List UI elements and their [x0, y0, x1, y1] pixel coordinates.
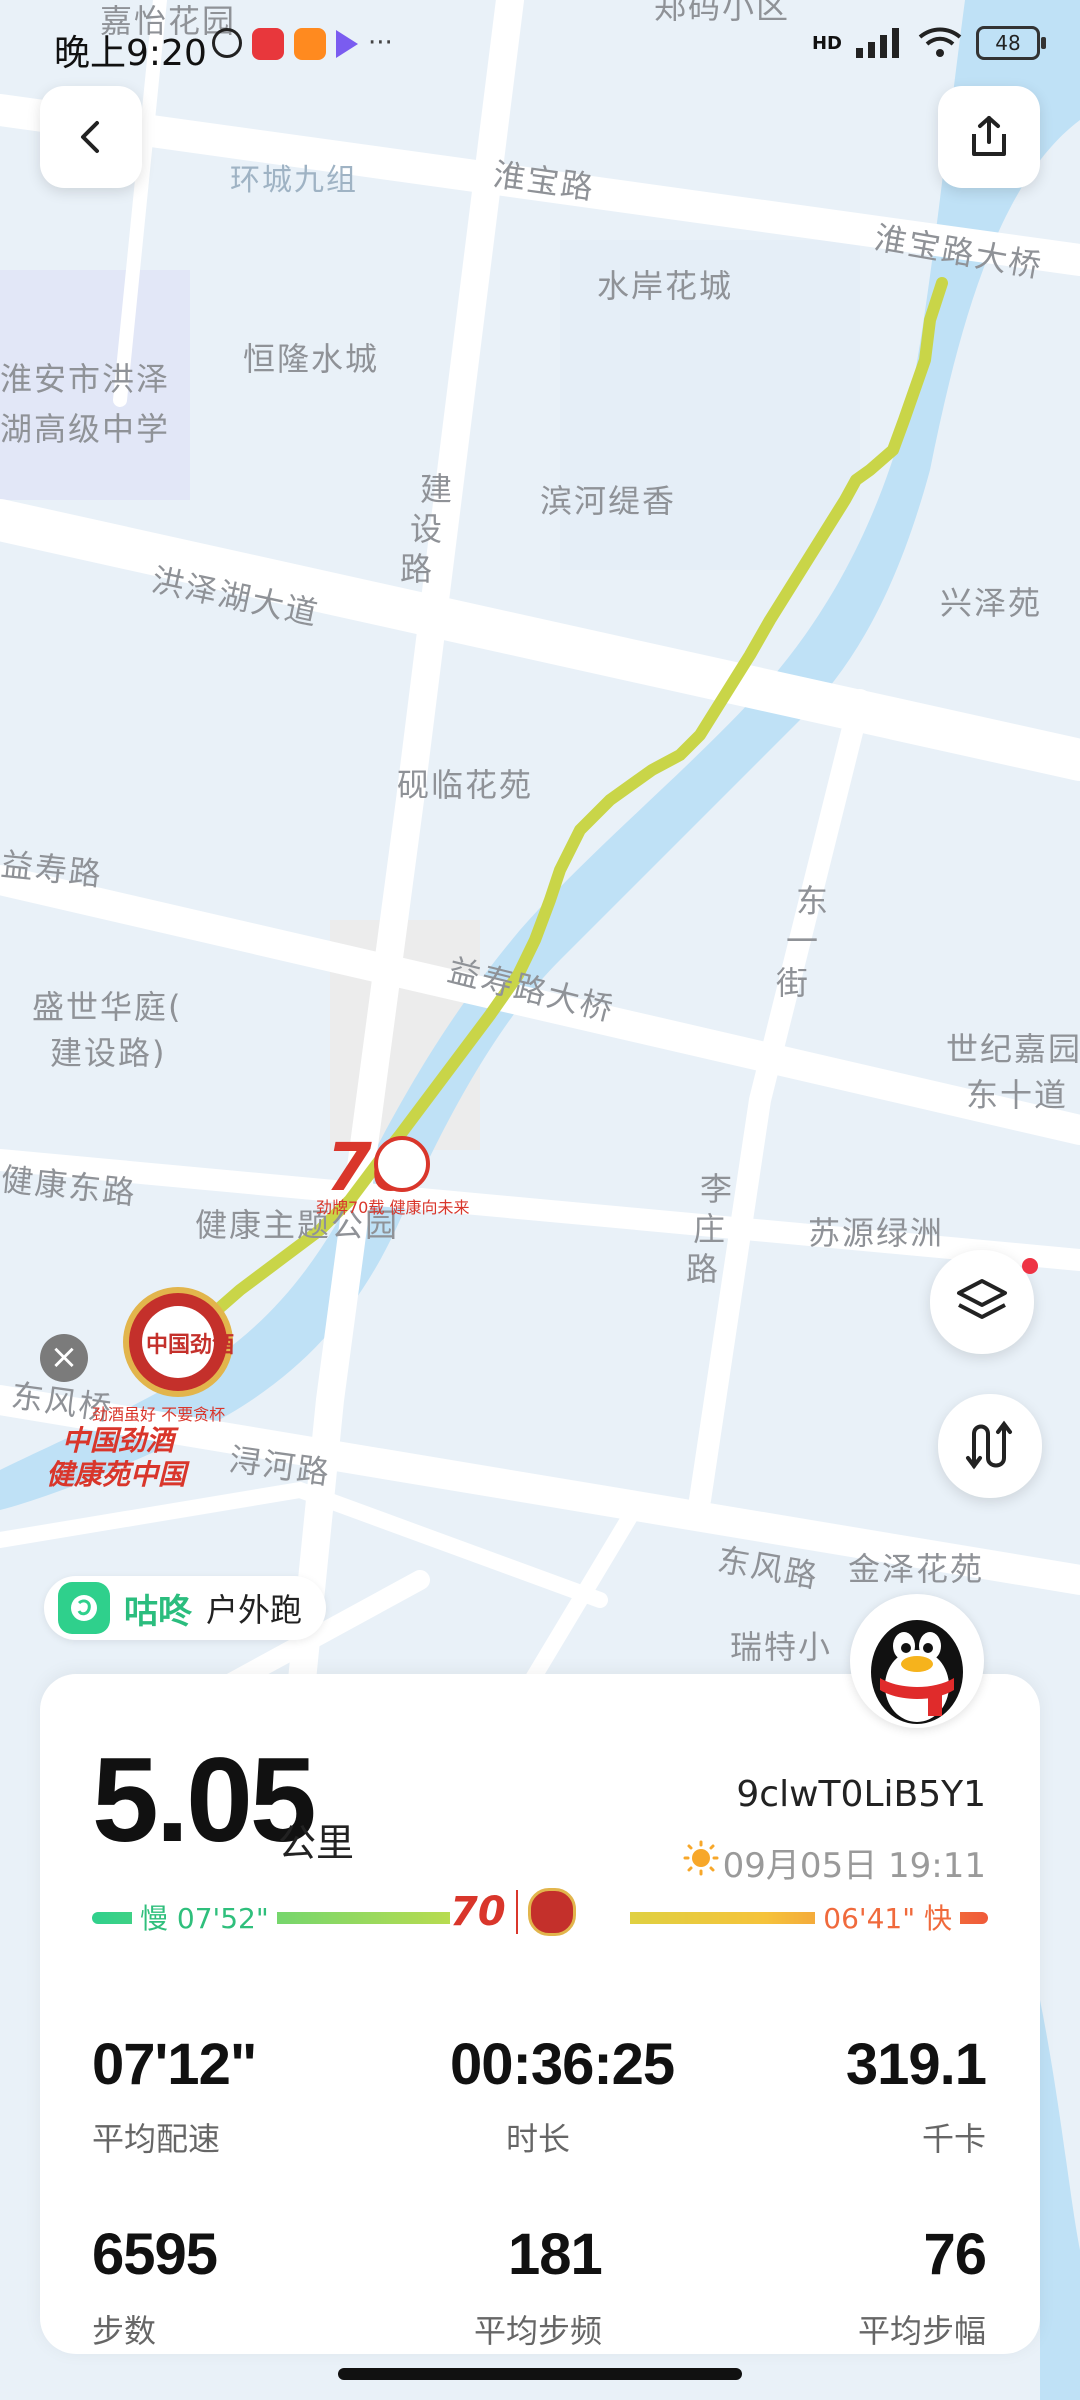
svg-text:环城九组: 环城九组 — [230, 163, 358, 198]
share-icon — [972, 116, 1006, 156]
svg-text:街: 街 — [776, 964, 810, 1002]
battery-icon: 48 — [976, 26, 1046, 60]
svg-text:路: 路 — [400, 550, 434, 588]
status-time: 晚上9:20 — [54, 33, 207, 74]
chevron-left-icon — [81, 121, 99, 153]
svg-text:劲牌70载 健康向未来: 劲牌70载 健康向未来 — [316, 1198, 469, 1217]
stat-value-cadence: 181 — [508, 2222, 603, 2287]
route-toggle-button[interactable] — [938, 1394, 1042, 1498]
stat-label-calories: 千卡 — [921, 2120, 986, 2158]
status-icons: HD 48 — [811, 26, 1046, 60]
svg-text:建: 建 — [420, 470, 454, 508]
svg-text:健康苑中国: 健康苑中国 — [46, 1458, 190, 1491]
back-button[interactable] — [40, 86, 142, 188]
svg-text:兴泽苑: 兴泽苑 — [940, 584, 1042, 622]
pace-fast-label: 06'41" 快 — [815, 1897, 960, 1937]
stat-value-stride: 76 — [923, 2222, 987, 2287]
close-icon: × — [49, 1337, 79, 1377]
signal-icon — [856, 28, 899, 58]
stat-value-calories: 319.1 — [845, 2032, 987, 2097]
layers-icon — [957, 1279, 1007, 1319]
svg-text:一: 一 — [786, 922, 820, 960]
svg-text:中国劲酒: 中国劲酒 — [62, 1424, 179, 1457]
wifi-icon — [918, 27, 962, 57]
stat-label-avg-pace: 平均配速 — [92, 2120, 221, 2158]
status-bar: 晚上9:20 ··· HD 48 — [0, 0, 1080, 100]
route-icon — [966, 1420, 1012, 1470]
sponsor-logo: 70 — [450, 1882, 630, 1942]
stat-label-cadence: 平均步频 — [474, 2312, 603, 2350]
video-app-icon — [336, 30, 358, 58]
svg-text:水岸花城: 水岸花城 — [597, 267, 733, 305]
svg-text:苏源绿洲: 苏源绿洲 — [808, 1214, 944, 1252]
distance-unit: 公里 — [278, 1821, 355, 1865]
notification-icons: ··· — [212, 28, 393, 60]
stat-value-avg-pace: 07'12" — [92, 2032, 257, 2097]
svg-text:建设路): 建设路) — [50, 1034, 167, 1072]
penguin-avatar-icon — [871, 1620, 963, 1724]
pace-slow-label: 慢 07'52" — [132, 1897, 277, 1937]
svg-text:李: 李 — [700, 1170, 734, 1208]
brand-name: 咕咚 — [124, 1591, 192, 1632]
svg-text:路: 路 — [686, 1250, 720, 1288]
activity-datetime: 09月05日 19:11 — [722, 1846, 986, 1886]
svg-text:设: 设 — [410, 510, 444, 548]
stat-label-steps: 步数 — [92, 2312, 157, 2350]
svg-text:劲酒虽好 不要贪杯: 劲酒虽好 不要贪杯 — [92, 1405, 225, 1424]
svg-text:世纪嘉园: 世纪嘉园 — [946, 1030, 1080, 1068]
stat-label-duration: 时长 — [506, 2120, 571, 2158]
layers-notification-dot — [1022, 1258, 1038, 1274]
app-notif-icon — [252, 28, 284, 60]
stat-label-stride: 平均步幅 — [857, 2312, 986, 2350]
map-layers-button[interactable] — [930, 1250, 1034, 1354]
svg-text:瑞特小: 瑞特小 — [730, 1628, 832, 1666]
user-id: 9clwT0LiB5Y1 — [736, 1774, 986, 1815]
activity-type: 户外跑 — [206, 1591, 303, 1629]
alarm-icon — [212, 28, 242, 58]
more-notif-icon: ··· — [368, 28, 393, 58]
svg-text:恒隆水城: 恒隆水城 — [243, 340, 379, 378]
svg-text:庄: 庄 — [693, 1210, 727, 1248]
avatar[interactable] — [850, 1594, 984, 1728]
svg-text:东十道: 东十道 — [966, 1076, 1068, 1114]
svg-text:中国劲酒: 中国劲酒 — [146, 1333, 234, 1358]
stat-value-duration: 00:36:25 — [450, 2032, 675, 2097]
app-brand-pill: 咕咚 户外跑 — [44, 1576, 327, 1640]
hd-label: HD — [811, 32, 842, 54]
svg-text:砚临花苑: 砚临花苑 — [397, 766, 533, 804]
close-ad-button[interactable]: × — [40, 1334, 88, 1382]
svg-text:盛世华庭(: 盛世华庭( — [32, 988, 183, 1026]
share-button[interactable] — [938, 86, 1040, 188]
svg-text:金泽花苑: 金泽花苑 — [848, 1550, 984, 1588]
svg-text:滨河缇香: 滨河缇香 — [540, 482, 676, 520]
sun-icon — [683, 1840, 719, 1876]
svg-text:湖高级中学: 湖高级中学 — [0, 410, 170, 448]
stat-value-steps: 6595 — [92, 2222, 218, 2287]
home-indicator[interactable] — [338, 2368, 742, 2380]
app-notif-icon-2 — [294, 28, 326, 60]
svg-text:东: 东 — [796, 882, 830, 920]
codoon-logo-icon — [58, 1582, 110, 1634]
svg-text:淮安市洪泽: 淮安市洪泽 — [0, 360, 170, 398]
